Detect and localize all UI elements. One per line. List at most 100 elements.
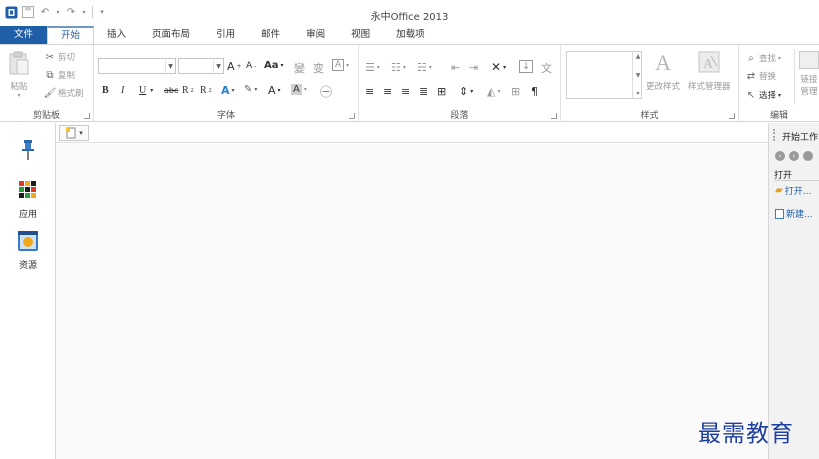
show-marks-icon[interactable]: ¶ <box>531 85 538 98</box>
sidebar-item-resources[interactable]: 资源 <box>0 230 56 271</box>
pin-button[interactable] <box>0 139 56 161</box>
style-manager-icon: A <box>698 51 720 73</box>
shrink-font-button[interactable]: A- <box>246 61 256 71</box>
multilevel-list-icon[interactable]: ☵ ▾ <box>417 61 432 74</box>
select-button[interactable]: ↖ 选择 ▾ <box>745 89 781 102</box>
document-area[interactable] <box>56 144 768 459</box>
strikethrough-button[interactable]: abc <box>164 86 178 95</box>
clear-format-icon[interactable]: 变 <box>313 60 324 76</box>
replace-button[interactable]: ⇄ 替换 <box>745 70 777 83</box>
tab-page-layout[interactable]: 页面布局 <box>139 26 203 44</box>
align-left-icon[interactable]: ≡ <box>365 85 374 98</box>
new-document-dropdown-icon[interactable]: ▾ <box>79 129 83 137</box>
style-manager-button[interactable]: A 样式管理器 <box>688 50 731 92</box>
paste-label: 粘贴 <box>10 82 28 92</box>
phonetic-guide-icon[interactable]: 變 <box>294 60 305 76</box>
open-link[interactable]: ▰ 打开... <box>775 184 811 197</box>
paste-dropdown-icon[interactable]: ▾ <box>17 92 20 99</box>
change-styles-button[interactable]: A 更改样式 <box>646 50 680 92</box>
bullets-icon[interactable]: ☰ ▾ <box>365 61 380 74</box>
font-launcher-icon[interactable] <box>349 113 355 119</box>
paragraph-launcher-icon[interactable] <box>551 113 557 119</box>
char-shading-icon[interactable]: A ▾ <box>291 84 307 95</box>
increase-indent-icon[interactable]: ⇥ <box>469 61 478 74</box>
sidebar-item-apps[interactable]: 应用 <box>0 179 56 220</box>
forward-icon[interactable]: › <box>789 151 799 161</box>
text-effect-icon[interactable]: A ▾ <box>221 84 235 97</box>
font-name-combo[interactable]: ▼ <box>98 58 176 74</box>
distributed-icon[interactable]: ⊞ <box>437 85 446 98</box>
styles-gallery-scroll[interactable]: ▲ ▼ ▾ <box>632 51 643 99</box>
grow-font-button[interactable]: A + <box>227 60 242 73</box>
italic-button[interactable]: I <box>121 85 124 96</box>
link-manage-button[interactable]: 链接 管理 <box>799 51 819 97</box>
subscript-icon[interactable]: R2 <box>182 85 194 96</box>
superscript-icon[interactable]: R2 <box>200 85 212 96</box>
paste-button[interactable]: 粘贴 ▾ <box>8 51 30 99</box>
sort-icon[interactable]: ↓ <box>519 60 534 73</box>
new-document-icon <box>66 127 76 139</box>
font-name-dropdown-icon[interactable]: ▼ <box>165 59 175 73</box>
text-direction-icon[interactable]: 文 <box>541 60 552 76</box>
link-label: 链接 <box>800 75 818 85</box>
cut-button[interactable]: ✂ 剪切 <box>44 51 76 64</box>
numbering-icon[interactable]: ☷ ▾ <box>391 61 406 74</box>
enclosed-char-icon[interactable]: ㊀ <box>320 83 332 100</box>
styles-launcher-icon[interactable] <box>729 113 735 119</box>
tab-review[interactable]: 审阅 <box>293 26 338 44</box>
highlight-icon[interactable]: ✎ ▾ <box>244 84 257 95</box>
align-right-icon[interactable]: ≡ <box>401 85 410 98</box>
tab-insert[interactable]: 插入 <box>94 26 139 44</box>
new-link[interactable]: 新建... <box>775 207 813 220</box>
paste-icon <box>9 51 29 75</box>
font-size-dropdown-icon[interactable]: ▼ <box>213 59 223 73</box>
align-center-icon[interactable]: ≡ <box>383 85 392 98</box>
font-color-icon[interactable]: A ▾ <box>268 84 281 97</box>
apps-icon <box>19 181 36 198</box>
font-size-combo[interactable]: ▼ <box>178 58 224 74</box>
justify-icon[interactable]: ≣ <box>419 85 428 98</box>
sidebar-item-resources-label: 资源 <box>18 261 37 271</box>
replace-icon: ⇄ <box>746 70 756 82</box>
copy-button[interactable]: ⧉ 复制 <box>44 69 75 82</box>
styles-scroll-down-icon[interactable]: ▼ <box>636 72 641 79</box>
task-pane-grip[interactable] <box>773 129 775 141</box>
clipboard-group-label: 剪贴板 <box>32 111 60 121</box>
underline-button[interactable]: U ▾ <box>139 85 153 96</box>
line-spacing-icon[interactable]: ⇕ ▾ <box>459 85 473 98</box>
new-document-button[interactable]: ▾ <box>59 125 89 141</box>
borders-icon[interactable]: ⊞ <box>511 85 520 98</box>
tab-references[interactable]: 引用 <box>203 26 248 44</box>
brush-icon: 🖌 <box>43 87 57 99</box>
styles-scroll-up-icon[interactable]: ▲ <box>636 53 641 60</box>
clipboard-launcher-icon[interactable] <box>84 113 90 119</box>
tab-addins[interactable]: 加载项 <box>383 26 438 44</box>
tab-file[interactable]: 文件 <box>0 26 48 44</box>
paragraph-group: ☰ ▾ ☷ ▾ ☵ ▾ ⇤ ⇥ ✕ ▾ ↓ 文 ≡ ≡ ≡ ≣ ⊞ ⇕ ▾ ◭ ▾ ⊞ ¶ … <box>359 45 561 122</box>
change-case-button[interactable]: Aa ▾ <box>264 60 284 71</box>
paragraph-shading-icon[interactable]: ◭ ▾ <box>487 85 500 98</box>
replace-label: 替换 <box>759 72 777 82</box>
resources-icon <box>18 231 38 251</box>
find-button[interactable]: ⌕ 查找 ▾ <box>745 52 781 65</box>
tab-view[interactable]: 视图 <box>338 26 383 44</box>
copy-icon: ⧉ <box>46 69 54 81</box>
back-icon[interactable]: ‹ <box>775 151 785 161</box>
styles-more-icon[interactable]: ▾ <box>636 90 639 97</box>
styles-gallery[interactable] <box>566 51 642 99</box>
format-painter-button[interactable]: 🖌 格式刷 <box>43 87 84 100</box>
change-styles-label: 更改样式 <box>646 82 681 92</box>
asian-layout-icon[interactable]: ✕ ▾ <box>491 60 506 74</box>
font-group-label: 字体 <box>216 111 235 121</box>
bold-button[interactable]: B <box>102 85 109 96</box>
font-group: ▼ ▼ A + A- Aa ▾ 變 变 A ▾ B I U ▾ abc R2 R2 A ▾… <box>94 45 359 122</box>
cut-label: 剪切 <box>58 53 76 63</box>
home-icon[interactable] <box>803 151 813 161</box>
title-bar: ↶ ▾ ↷ ▾ ▾ 永中Office 2013 <box>0 0 819 26</box>
tab-mailings[interactable]: 邮件 <box>248 26 293 44</box>
task-pane-nav: ‹ › <box>775 151 813 161</box>
char-border-icon[interactable]: A ▾ <box>332 59 349 71</box>
decrease-indent-icon[interactable]: ⇤ <box>451 61 460 74</box>
tab-home[interactable]: 开始 <box>47 26 95 44</box>
document-tab-bar: ▾ <box>56 123 768 143</box>
